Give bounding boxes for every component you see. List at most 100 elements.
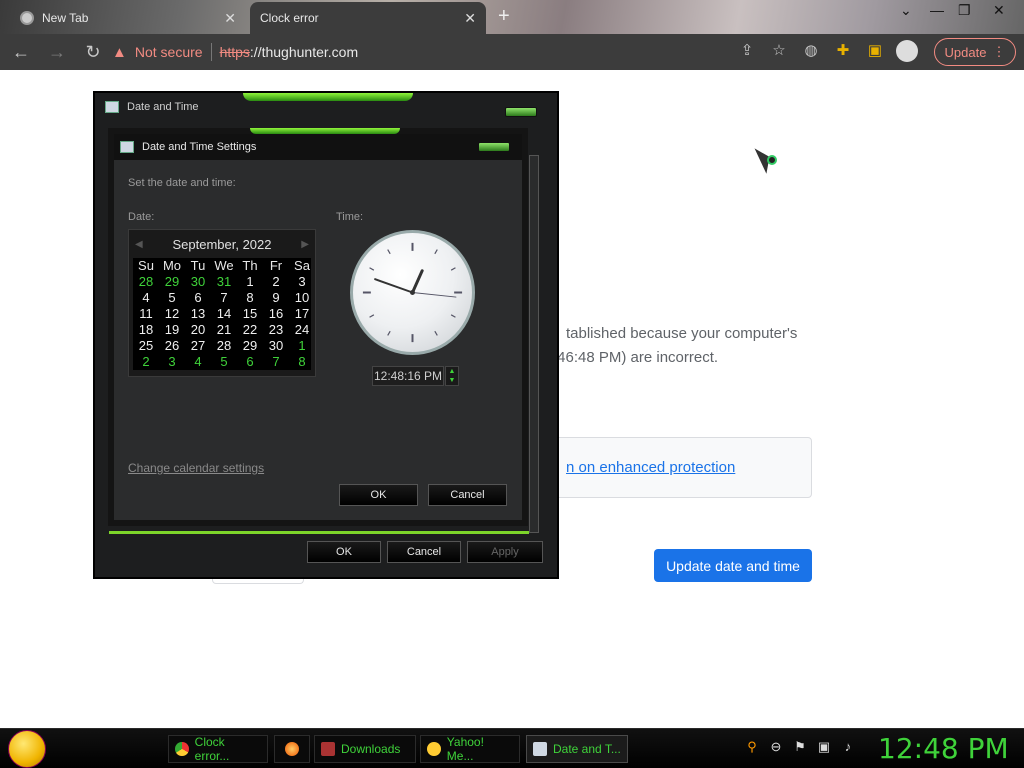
calendar-day[interactable]: 29 (237, 338, 263, 354)
hour-hand (411, 269, 424, 294)
action-center-flag-icon[interactable]: ⚑ (792, 739, 808, 755)
minimize-icon[interactable]: — (930, 2, 944, 18)
inner-cancel-button[interactable]: Cancel (428, 484, 507, 506)
share-icon[interactable]: ⇪ (736, 40, 758, 62)
reload-icon[interactable]: ↻ (78, 42, 108, 63)
update-date-time-button[interactable]: Update date and time (654, 549, 812, 582)
calendar-day[interactable]: 17 (289, 306, 315, 322)
calendar-day[interactable]: 11 (133, 306, 159, 322)
taskbar-item-firefox[interactable] (274, 735, 310, 763)
back-arrow-icon[interactable]: ← (6, 42, 36, 63)
url[interactable]: https://thughunter.com (220, 44, 359, 60)
calendar-day[interactable]: 2 (133, 354, 159, 370)
taskbar-item-date-time[interactable]: Date and T... (526, 735, 628, 763)
calendar-day[interactable]: 8 (237, 290, 263, 306)
calendar-day[interactable]: 29 (159, 274, 185, 290)
warning-triangle-icon[interactable]: ▲ (112, 44, 127, 61)
tab-title: Clock error (260, 11, 319, 25)
calendar-day[interactable]: 21 (211, 322, 237, 338)
outer-cancel-button[interactable]: Cancel (387, 541, 461, 563)
calendar-day[interactable]: 16 (263, 306, 289, 322)
calendar-day[interactable]: 30 (263, 338, 289, 354)
inner-ok-button[interactable]: OK (339, 484, 418, 506)
calendar-day[interactable]: 28 (211, 338, 237, 354)
calendar-day[interactable]: 4 (133, 290, 159, 306)
tray-minus-icon[interactable]: ⊖ (768, 739, 784, 755)
calendar-day[interactable]: 7 (211, 290, 237, 306)
weekday-header: Su (138, 258, 154, 273)
calendar-day[interactable]: 24 (289, 322, 315, 338)
weekday-header: Tu (190, 258, 206, 273)
time-input[interactable]: 12:48:16 PM (372, 366, 444, 386)
calendar-day[interactable]: 22 (237, 322, 263, 338)
time-spinner[interactable]: ▲ ▼ (445, 366, 459, 386)
security-status[interactable]: Not secure (135, 44, 203, 60)
taskbar-item-downloads[interactable]: Downloads (314, 735, 416, 763)
spin-up-icon[interactable]: ▲ (446, 367, 458, 376)
close-window-icon[interactable]: ✕ (993, 2, 1005, 19)
calendar-day[interactable]: 20 (185, 322, 211, 338)
calendar-day[interactable]: 9 (263, 290, 289, 306)
close-tab-icon[interactable]: ✕ (464, 10, 476, 27)
taskbar-item-chrome[interactable]: Clock error... (168, 735, 268, 763)
calendar-day[interactable]: 14 (211, 306, 237, 322)
time-label: Time: (336, 211, 364, 223)
calendar-day[interactable]: 7 (263, 354, 289, 370)
calendar-day[interactable]: 23 (263, 322, 289, 338)
prev-month-icon[interactable]: ◀ (135, 239, 143, 250)
start-button-smiley-icon[interactable] (8, 730, 46, 768)
calendar-day[interactable]: 15 (237, 306, 263, 322)
calendar-day[interactable]: 30 (185, 274, 211, 290)
calendar-day[interactable]: 4 (185, 354, 211, 370)
enhanced-protection-link[interactable]: n on enhanced protection (566, 459, 735, 476)
side-panel-icon[interactable]: ▣ (864, 40, 886, 62)
change-calendar-settings-link[interactable]: Change calendar settings (128, 461, 264, 475)
forward-arrow-icon[interactable]: → (42, 42, 72, 63)
calendar-day[interactable]: 26 (159, 338, 185, 354)
restore-icon[interactable]: ❐ (958, 2, 971, 19)
close-tab-icon[interactable]: ✕ (224, 10, 236, 27)
next-month-icon[interactable]: ▶ (301, 239, 309, 250)
calendar-day[interactable]: 8 (289, 354, 315, 370)
profile-avatar-icon[interactable] (896, 40, 918, 62)
calendar-day[interactable]: 3 (289, 274, 315, 290)
extensions-puzzle-icon[interactable]: ✚ (832, 40, 854, 62)
calendar-day[interactable]: 6 (185, 290, 211, 306)
new-tab-plus-icon[interactable]: + (498, 5, 510, 28)
calendar-day[interactable]: 31 (211, 274, 237, 290)
calendar-day[interactable]: 6 (237, 354, 263, 370)
spin-down-icon[interactable]: ▼ (446, 376, 458, 385)
calendar-day[interactable]: 5 (159, 290, 185, 306)
tab-new-tab[interactable]: New Tab ✕ (10, 2, 246, 34)
tab-clock-error[interactable]: Clock error ✕ (250, 2, 486, 34)
month-year[interactable]: September, 2022 (172, 237, 271, 252)
calendar-day[interactable]: 27 (185, 338, 211, 354)
search-icon[interactable]: ⚲ (744, 739, 760, 755)
calendar-day[interactable]: 19 (159, 322, 185, 338)
calendar[interactable]: ◀ September, 2022 ▶ Su Mo Tu We Th Fr Sa 28 29 30… (128, 229, 316, 377)
calendar-day[interactable]: 28 (133, 274, 159, 290)
calendar-day[interactable]: 25 (133, 338, 159, 354)
update-chrome-button[interactable]: Update ⋮ (934, 38, 1016, 66)
calendar-day[interactable]: 12 (159, 306, 185, 322)
calendar-day[interactable]: 3 (159, 354, 185, 370)
close-dialog-icon[interactable] (478, 142, 510, 152)
tab-search-chevron-icon[interactable]: ⌄ (900, 2, 912, 19)
calendar-day[interactable]: 13 (185, 306, 211, 322)
close-dialog-icon[interactable] (505, 107, 537, 117)
taskbar-clock[interactable]: 12:48 PM (878, 732, 1009, 765)
calendar-day[interactable]: 1 (289, 338, 315, 354)
calendar-day[interactable]: 5 (211, 354, 237, 370)
outer-apply-button[interactable]: Apply (467, 541, 543, 563)
outer-ok-button[interactable]: OK (307, 541, 381, 563)
calendar-day[interactable]: 2 (263, 274, 289, 290)
taskbar-item-yahoo[interactable]: Yahoo! Me... (420, 735, 520, 763)
calendar-day[interactable]: 10 (289, 290, 315, 306)
network-icon[interactable]: ▣ (816, 739, 832, 755)
bookmark-star-icon[interactable]: ☆ (768, 40, 790, 62)
clock-tick (387, 249, 391, 255)
calendar-day[interactable]: 18 (133, 322, 159, 338)
volume-icon[interactable]: ♪ (840, 739, 856, 755)
calendar-day[interactable]: 1 (237, 274, 263, 290)
extension-flag-icon[interactable]: ◍ (800, 40, 822, 62)
